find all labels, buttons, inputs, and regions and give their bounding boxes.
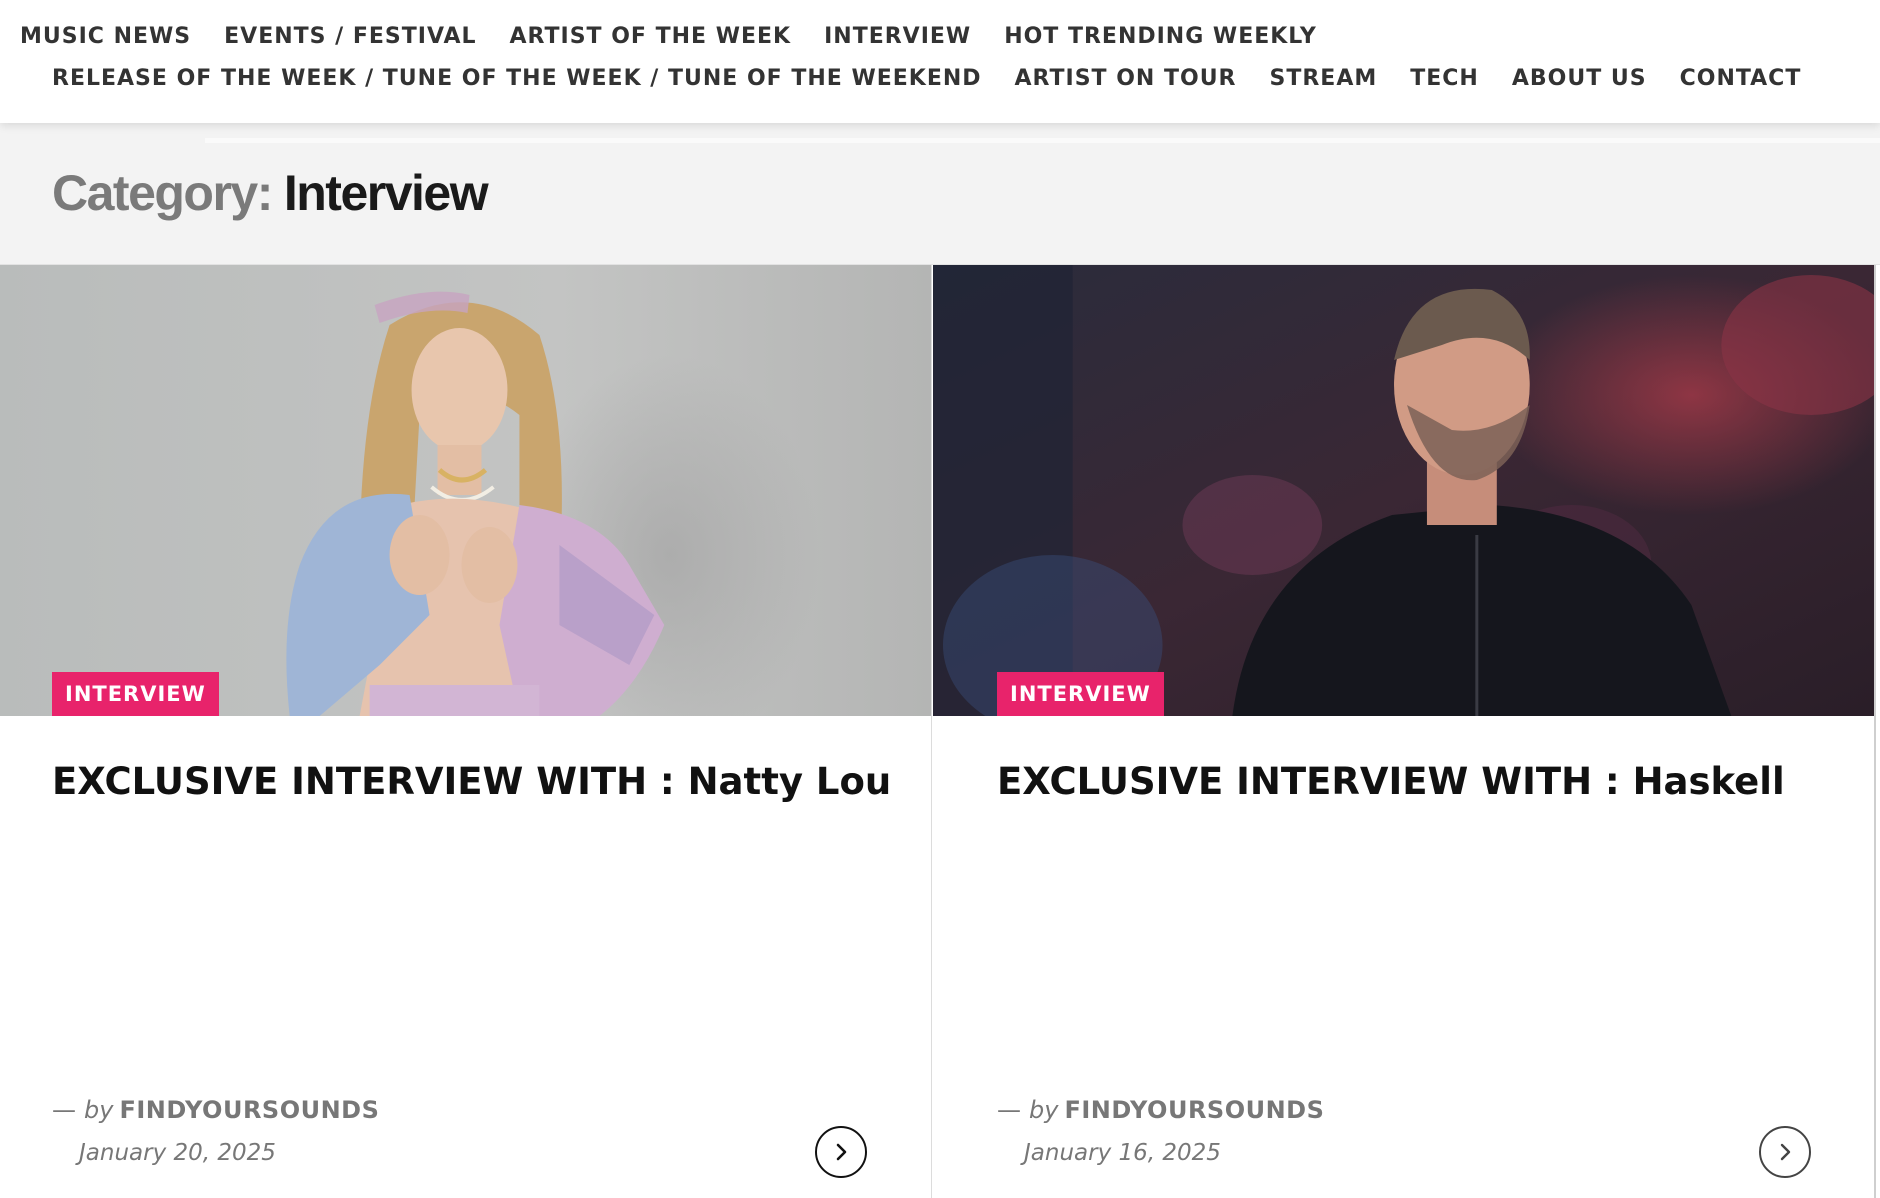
nav-item-artist-on-tour[interactable]: ARTIST ON TOUR [1015,62,1237,96]
category-header: Category: Interview [0,123,1880,265]
category-badge[interactable]: INTERVIEW [52,672,219,716]
post-thumbnail[interactable] [933,265,1874,716]
author-link[interactable]: FINDYOURSOUNDS [119,1096,379,1124]
nav-item-contact[interactable]: CONTACT [1680,62,1802,96]
chevron-right-icon [836,1143,847,1161]
post-thumbnail[interactable] [0,265,931,716]
nav-item-interview[interactable]: INTERVIEW [824,20,971,54]
category-badge[interactable]: INTERVIEW [997,672,1164,716]
category-name: Interview [283,165,489,221]
byline-by: by [84,1096,114,1124]
nav-item-artist-of-the-week[interactable]: ARTIST OF THE WEEK [510,20,792,54]
photo-man-dark-jacket-icon [933,265,1874,716]
byline: — by FINDYOURSOUNDS [997,1096,1324,1124]
post-meta: — by FINDYOURSOUNDS January 20, 2025 [52,1096,379,1166]
photo-woman-denim-jacket-icon [0,265,931,716]
main-navigation: MUSIC NEWS EVENTS / FESTIVAL ARTIST OF T… [0,0,1880,123]
nav-item-stream[interactable]: STREAM [1270,62,1378,96]
chevron-right-icon [1780,1143,1791,1161]
byline-by: by [1029,1096,1059,1124]
nav-item-release-of-the-week[interactable]: RELEASE OF THE WEEK / TUNE OF THE WEEK /… [52,62,982,96]
nav-row-2: RELEASE OF THE WEEK / TUNE OF THE WEEK /… [52,62,1834,96]
nav-item-events-festival[interactable]: EVENTS / FESTIVAL [224,20,476,54]
byline-dash: — [52,1096,76,1124]
byline: — by FINDYOURSOUNDS [52,1096,379,1124]
nav-item-music-news[interactable]: MUSIC NEWS [20,20,191,54]
category-prefix: Category: [52,165,273,221]
post-grid: INTERVIEW EXCLUSIVE INTERVIEW WITH : Nat… [0,265,1880,1198]
author-link[interactable]: FINDYOURSOUNDS [1064,1096,1324,1124]
post-card: INTERVIEW EXCLUSIVE INTERVIEW WITH : Nat… [0,265,932,1198]
post-title[interactable]: EXCLUSIVE INTERVIEW WITH : Haskell [997,759,1785,805]
post-date: January 16, 2025 [1024,1140,1221,1166]
nav-row-1: MUSIC NEWS EVENTS / FESTIVAL ARTIST OF T… [20,20,1350,54]
nav-item-tech[interactable]: TECH [1410,62,1479,96]
nav-item-hot-trending-weekly[interactable]: HOT TRENDING WEEKLY [1004,20,1317,54]
read-more-button[interactable] [815,1126,867,1178]
byline-dash: — [997,1096,1021,1124]
post-meta: — by FINDYOURSOUNDS January 16, 2025 [997,1096,1324,1166]
post-date: January 20, 2025 [79,1140,276,1166]
read-more-button[interactable] [1759,1126,1811,1178]
post-card: INTERVIEW EXCLUSIVE INTERVIEW WITH : Has… [933,265,1876,1198]
nav-item-about-us[interactable]: ABOUT US [1512,62,1647,96]
header-divider [205,138,1880,143]
page-title: Category: Interview [52,161,489,225]
post-title[interactable]: EXCLUSIVE INTERVIEW WITH : Natty Lou [52,759,891,805]
